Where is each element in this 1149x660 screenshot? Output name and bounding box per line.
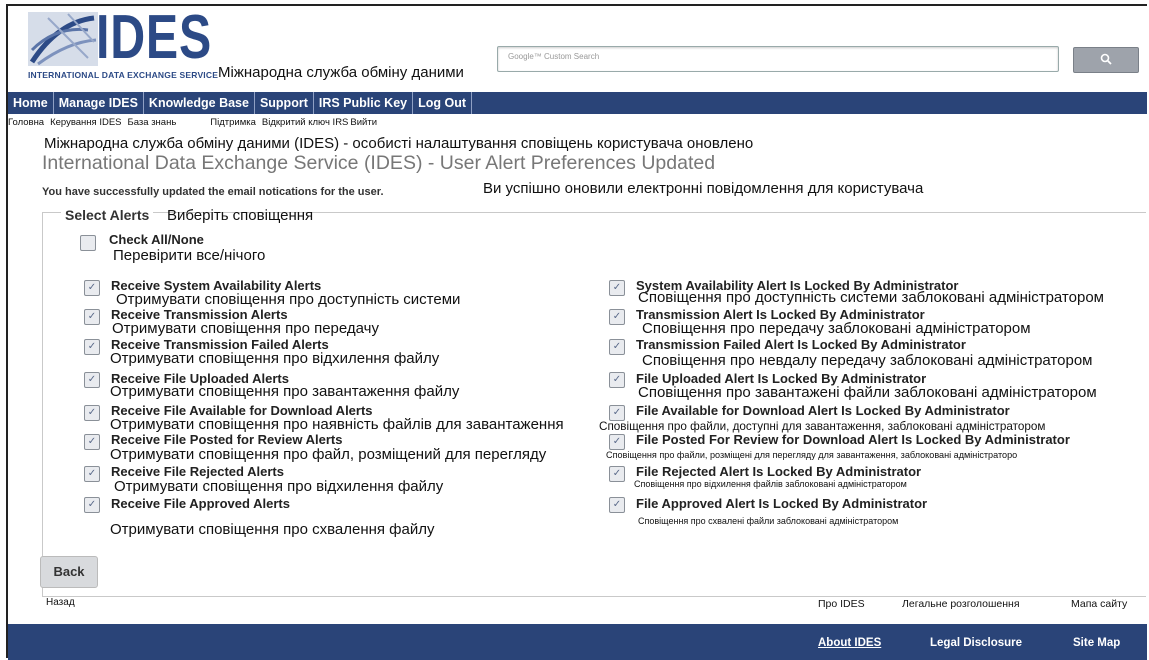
- right-alert-translation: Сповіщення про файли, розміщені для пере…: [606, 450, 1018, 460]
- footer-link-sitemap[interactable]: Site Map: [1073, 637, 1120, 649]
- logo-text: IDES: [96, 3, 213, 72]
- nav-translation: Підтримка: [210, 117, 256, 128]
- footer-about-translation: Про IDES: [818, 598, 865, 610]
- nav-irs-public-key[interactable]: IRS Public Key: [314, 92, 414, 114]
- main-nav: Home Manage IDES Knowledge Base Support …: [8, 92, 1147, 114]
- left-alert-translation: Отримувати сповіщення про відхилення фай…: [114, 478, 444, 495]
- left-alert-translation: Отримувати сповіщення про завантаження ф…: [110, 383, 460, 400]
- right-alert-checkbox[interactable]: ✓: [609, 339, 625, 355]
- right-alert-checkbox[interactable]: ✓: [609, 434, 625, 450]
- right-alert-translation: Сповіщення про невдалу передачу заблоков…: [642, 352, 1093, 369]
- right-alert-label: Transmission Failed Alert Is Locked By A…: [636, 337, 966, 352]
- left-alert-translation: Отримувати сповіщення про наявність файл…: [110, 416, 564, 433]
- right-alert-checkbox[interactable]: ✓: [609, 372, 625, 388]
- nav-translations: Головна Керування IDES База знань Підтримка…: [8, 117, 383, 128]
- footer-link-about[interactable]: About IDES: [818, 637, 881, 649]
- ides-logo[interactable]: IDES INTERNATIONAL DATA EXCHANGE SERVICE: [28, 3, 219, 80]
- nav-log-out[interactable]: Log Out: [413, 92, 473, 114]
- check-all-label: Check All/None: [109, 232, 204, 247]
- nav-translation: Вийти: [350, 117, 378, 128]
- left-alert-translation: Отримувати сповіщення про відхилення фай…: [110, 350, 440, 367]
- search-input[interactable]: Google™ Custom Search: [497, 46, 1059, 72]
- right-alert-checkbox[interactable]: ✓: [609, 405, 625, 421]
- left-alert-label: Receive File Posted for Review Alerts: [111, 432, 343, 447]
- left-alert-translation: Отримувати сповіщення про доступність си…: [116, 291, 461, 308]
- left-alert-checkbox[interactable]: ✓: [84, 466, 100, 482]
- right-alert-checkbox[interactable]: ✓: [609, 466, 625, 482]
- nav-knowledge-base[interactable]: Knowledge Base: [144, 92, 255, 114]
- footer-link-legal[interactable]: Legal Disclosure: [930, 637, 1022, 649]
- page-title: International Data Exchange Service (IDE…: [42, 152, 716, 174]
- left-alert-checkbox[interactable]: ✓: [84, 434, 100, 450]
- success-message-translation: Ви успішно оновили електронні повідомлен…: [483, 180, 924, 197]
- right-alert-label: File Available for Download Alert Is Loc…: [636, 403, 1010, 418]
- left-alert-checkbox[interactable]: ✓: [84, 339, 100, 355]
- nav-translation: Відкритий ключ IRS: [261, 117, 349, 128]
- logo-subtitle: INTERNATIONAL DATA EXCHANGE SERVICE: [28, 70, 219, 80]
- right-alert-label: File Rejected Alert Is Locked By Adminis…: [636, 464, 922, 479]
- search-button[interactable]: [1073, 47, 1139, 73]
- globe-logo-icon: [28, 12, 98, 66]
- search-placeholder: Google™ Custom Search: [508, 52, 600, 61]
- left-alert-checkbox[interactable]: ✓: [84, 309, 100, 325]
- page-title-translation: Міжнародна служба обміну даними (IDES) -…: [44, 135, 754, 152]
- left-alert-translation: Отримувати сповіщення про файл, розміщен…: [110, 446, 547, 463]
- nav-translation: Керування IDES: [50, 117, 122, 128]
- footer-sitemap-translation: Мапа сайту: [1071, 598, 1128, 610]
- check-all-translation: Перевірити все/нічого: [113, 247, 266, 264]
- select-alerts-translation: Виберіть сповіщення: [167, 207, 314, 224]
- select-alerts-legend: Select Alerts: [61, 207, 154, 223]
- right-alert-translation: Сповіщення про доступність системи забло…: [638, 289, 1104, 306]
- nav-translation: База знань: [127, 117, 177, 128]
- back-translation: Назад: [46, 597, 75, 608]
- right-alert-checkbox[interactable]: ✓: [609, 309, 625, 325]
- success-message: You have successfully updated the email …: [42, 186, 384, 198]
- right-alert-translation: Сповіщення про відхилення файлів заблоко…: [634, 479, 907, 489]
- footer-legal-translation: Легальне розголошення: [902, 598, 1020, 610]
- left-alert-checkbox[interactable]: ✓: [84, 405, 100, 421]
- right-alert-translation: Сповіщення про передачу заблоковані адмі…: [642, 320, 1031, 337]
- right-alert-checkbox[interactable]: ✓: [609, 497, 625, 513]
- right-alert-label: File Approved Alert Is Locked By Adminis…: [636, 496, 928, 511]
- footer-bar: About IDES Legal Disclosure Site Map: [8, 624, 1147, 660]
- right-alert-label: File Posted For Review for Download Aler…: [636, 432, 1070, 447]
- nav-manage-ides[interactable]: Manage IDES: [54, 92, 144, 114]
- right-alert-translation: Сповіщення про схвалені файли заблокован…: [638, 516, 899, 526]
- tagline-translation: Міжнародна служба обміну даними: [218, 64, 464, 81]
- back-button[interactable]: Back: [40, 556, 98, 588]
- left-alert-label: Receive File Rejected Alerts: [111, 464, 284, 479]
- nav-support[interactable]: Support: [255, 92, 314, 114]
- left-alert-translation: Отримувати сповіщення про схвалення файл…: [110, 521, 435, 538]
- nav-home[interactable]: Home: [8, 92, 54, 114]
- right-alert-translation: Сповіщення про завантажені файли заблоко…: [638, 384, 1097, 401]
- left-alert-checkbox[interactable]: ✓: [84, 497, 100, 513]
- right-alert-checkbox[interactable]: ✓: [609, 280, 625, 296]
- left-alert-checkbox[interactable]: ✓: [84, 280, 100, 296]
- nav-translation: Головна: [8, 117, 45, 128]
- check-all-checkbox[interactable]: [80, 235, 96, 251]
- search-icon: [1100, 53, 1112, 65]
- left-alert-translation: Отримувати сповіщення про передачу: [112, 320, 379, 337]
- left-alert-checkbox[interactable]: ✓: [84, 372, 100, 388]
- left-alert-label: Receive File Approved Alerts: [111, 496, 290, 511]
